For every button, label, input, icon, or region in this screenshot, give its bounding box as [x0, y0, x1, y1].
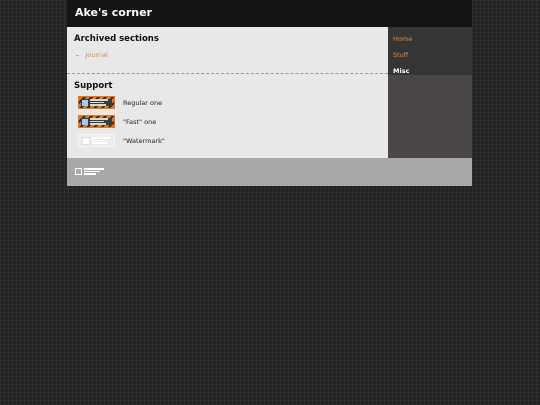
badge-label-fast: "Fast" one: [123, 117, 157, 126]
nav-menu: Home Stuff Misc: [388, 27, 472, 75]
badge-label-watermark: "Watermark": [123, 136, 165, 145]
site-footer: [67, 158, 472, 186]
support-badge-row-fast[interactable]: "Fast" one: [78, 115, 156, 128]
site-title[interactable]: Ake's corner: [75, 6, 152, 19]
archived-list-item: – Journal: [76, 51, 108, 59]
journal-link[interactable]: Journal: [85, 51, 107, 59]
nav-item-home[interactable]: Home: [388, 31, 472, 47]
page-container: Ake's corner Archived sections – Journal…: [67, 0, 472, 186]
list-dash-icon: –: [76, 51, 80, 59]
sidebar: Home Stuff Misc: [388, 27, 472, 158]
support-badge-row-watermark[interactable]: "Watermark": [78, 134, 165, 147]
badge-label-regular: Regular one: [123, 98, 163, 107]
archived-section: Archived sections – Journal: [67, 27, 388, 74]
badge-regular-icon[interactable]: [78, 96, 115, 109]
badge-fast-icon[interactable]: [78, 115, 115, 128]
badge-watermark-icon[interactable]: [78, 134, 115, 147]
main-content: Archived sections – Journal Support Regu…: [67, 27, 388, 158]
nav-item-stuff[interactable]: Stuff: [388, 47, 472, 63]
support-section-title: Support: [74, 81, 113, 91]
content-row: Archived sections – Journal Support Regu…: [67, 27, 472, 158]
site-header: Ake's corner: [67, 0, 472, 27]
nav-item-misc[interactable]: Misc: [388, 63, 472, 79]
archived-section-title: Archived sections: [74, 34, 159, 44]
support-badge-row-regular[interactable]: Regular one: [78, 96, 162, 109]
footer-badge-icon[interactable]: [75, 168, 104, 175]
